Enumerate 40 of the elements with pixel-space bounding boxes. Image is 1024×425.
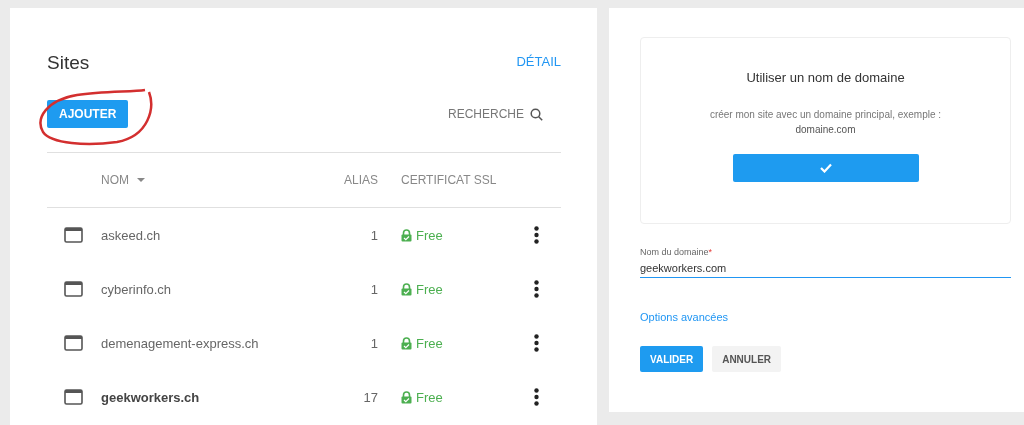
site-name[interactable]: geekworkers.ch [101, 389, 291, 405]
more-options-icon[interactable] [534, 280, 539, 298]
option-example: domaine.com [795, 124, 856, 135]
more-options-icon[interactable] [534, 226, 539, 244]
site-name[interactable]: demenagement-express.ch [101, 335, 291, 351]
check-button[interactable] [732, 154, 919, 182]
check-icon [819, 163, 832, 173]
site-name[interactable]: askeed.ch [101, 227, 291, 243]
detail-link[interactable]: DÉTAIL [516, 53, 561, 69]
ssl-label: Free [416, 281, 443, 297]
more-options-icon[interactable] [534, 388, 539, 406]
ssl-label: Free [416, 227, 443, 243]
lock-icon [401, 228, 412, 242]
search-icon[interactable] [530, 107, 543, 121]
alias-count: 17 [362, 389, 379, 405]
column-header: ALIAS [342, 173, 379, 187]
search-label[interactable]: RECHERCHE [448, 107, 524, 121]
advanced-options-link[interactable]: Options avancées [640, 311, 729, 323]
column-header[interactable]: NOM [101, 173, 291, 187]
lock-icon [401, 390, 412, 404]
lock-icon [401, 336, 412, 350]
sort-caret-icon [137, 178, 145, 182]
option-description: créer mon site avec un domaine principal, exemple : [709, 109, 942, 120]
cancel-button[interactable]: ANNULER [712, 346, 782, 372]
ssl-label: Free [416, 389, 443, 405]
browser-window-icon [64, 335, 83, 351]
option-title: Utiliser un nom de domaine [746, 70, 905, 85]
field-label: Nom du domaine* [640, 247, 714, 257]
site-name[interactable]: cyberinfo.ch [101, 281, 291, 297]
browser-window-icon [64, 389, 83, 405]
panel-title: Sites [47, 52, 90, 74]
alias-count: 1 [369, 227, 379, 243]
more-options-icon[interactable] [534, 334, 539, 352]
browser-window-icon [64, 227, 83, 243]
ssl-label: Free [416, 335, 443, 351]
lock-icon [401, 282, 412, 296]
column-header: CERTIFICAT SSL [401, 173, 498, 187]
alias-count: 1 [369, 281, 379, 297]
browser-window-icon [64, 281, 83, 297]
alias-count: 1 [369, 335, 379, 351]
